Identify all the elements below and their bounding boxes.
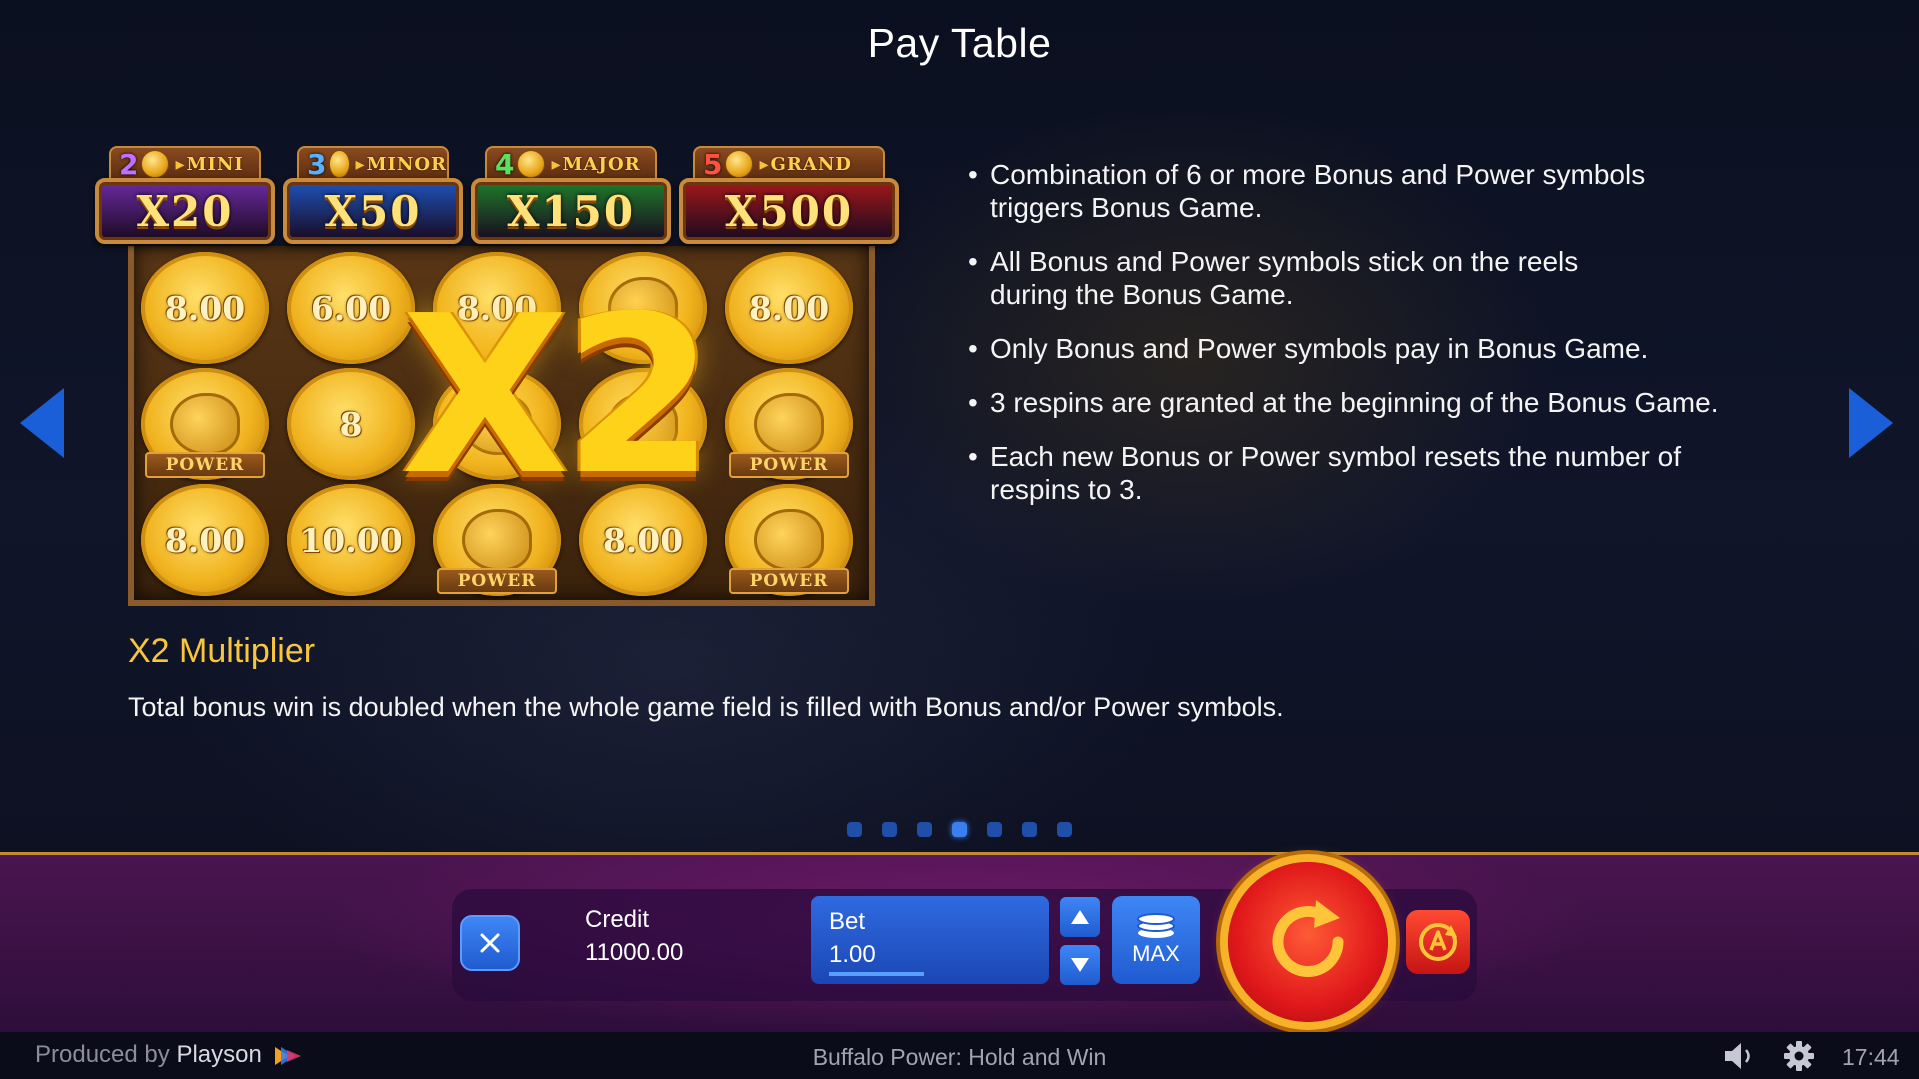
rules-list: Combination of 6 or more Bonus and Power…: [968, 158, 1798, 527]
feature-description: Total bonus win is doubled when the whol…: [128, 692, 1284, 722]
page-dot[interactable]: [1022, 822, 1037, 837]
spin-icon: [1272, 900, 1344, 977]
rule-item: Combination of 6 or more Bonus and Power…: [968, 158, 1708, 224]
arrow-left-icon: [20, 388, 64, 458]
page-dot[interactable]: [847, 822, 862, 837]
chevron-right-icon: ▸: [759, 153, 769, 174]
jackpot-value: X150: [471, 178, 671, 244]
jackpot-count: 2: [119, 147, 139, 181]
bet-level-bar: [829, 972, 924, 976]
close-icon: [480, 933, 500, 953]
max-bet-button[interactable]: MAX: [1112, 896, 1200, 984]
jackpot-name: MAJOR: [562, 153, 641, 175]
footer-bar: Produced by Playson Buffalo Power: Hold …: [0, 1032, 1919, 1079]
jackpot-name: MINOR: [366, 153, 447, 175]
power-label: POWER: [729, 568, 849, 594]
bet-decrease-button[interactable]: [1060, 945, 1100, 985]
settings-button[interactable]: [1783, 1040, 1815, 1077]
bonus-coin-symbol: 8.00: [141, 252, 269, 364]
jackpot-badge-mini: 2 ▸ MINI X20: [95, 146, 275, 256]
coin-icon: [329, 150, 350, 178]
rule-item: Each new Bonus or Power symbol resets th…: [968, 440, 1708, 506]
jackpot-row: 2 ▸ MINI X20 3 ▸ MINOR X50 4 ▸ MAJOR X150 5 ▸ GRAND X50…: [95, 146, 915, 256]
coin-icon: [141, 150, 170, 178]
autoplay-icon: [1419, 923, 1457, 961]
jackpot-count: 3: [307, 147, 327, 181]
jackpot-tag: 2 ▸ MINI: [109, 146, 261, 182]
page-dot[interactable]: [1057, 822, 1072, 837]
jackpot-tag: 3 ▸ MINOR: [297, 146, 449, 182]
close-button[interactable]: [460, 915, 520, 971]
autoplay-button[interactable]: [1406, 910, 1470, 974]
feature-title: X2 Multiplier: [128, 632, 316, 670]
jackpot-tag: 4 ▸ MAJOR: [485, 146, 657, 182]
page-dot[interactable]: [987, 822, 1002, 837]
coin-value: 10.00: [299, 520, 403, 560]
bet-label: Bet: [829, 908, 866, 935]
jackpot-name: MINI: [186, 153, 244, 175]
coin-value: 8.00: [602, 520, 684, 560]
jackpot-value: X500: [679, 178, 899, 244]
power-label: POWER: [145, 452, 265, 478]
chevron-right-icon: ▸: [551, 153, 561, 174]
bonus-coin-symbol: 8.00: [141, 484, 269, 596]
gear-icon: [1784, 1041, 1814, 1071]
game-name: Buffalo Power: Hold and Win: [812, 1044, 1107, 1070]
jackpot-count: 4: [495, 147, 515, 181]
coin-value: 8.00: [164, 288, 246, 328]
credit-value: 11000.00: [585, 939, 684, 966]
buffalo-icon: [754, 509, 824, 571]
jackpot-value: X50: [283, 178, 463, 244]
jackpot-value: X20: [95, 178, 275, 244]
coin-icon: [725, 150, 754, 178]
rule-item: All Bonus and Power symbols stick on the…: [968, 245, 1628, 311]
arrow-right-icon: [1849, 388, 1893, 458]
chevron-right-icon: ▸: [175, 153, 185, 174]
arrow-down-icon: [1071, 958, 1089, 972]
power-coin-symbol: POWER: [141, 368, 269, 480]
clock: 17:44: [1842, 1044, 1900, 1070]
page-dot[interactable]: [917, 822, 932, 837]
bet-field[interactable]: Bet 1.00: [811, 896, 1049, 984]
coin-value: 8.00: [164, 520, 246, 560]
bet-value: 1.00: [829, 941, 876, 968]
rule-item: 3 respins are granted at the beginning o…: [968, 386, 1798, 419]
jackpot-badge-major: 4 ▸ MAJOR X150: [471, 146, 671, 256]
jackpot-name: GRAND: [770, 153, 852, 175]
max-label: MAX: [1132, 941, 1180, 966]
page-dot[interactable]: [952, 822, 967, 837]
spin-button[interactable]: [1228, 862, 1388, 1022]
arrow-up-icon: [1071, 910, 1089, 924]
x2-multiplier-art: X2: [401, 269, 715, 523]
sound-button[interactable]: [1723, 1041, 1757, 1076]
next-page-arrow[interactable]: [1847, 388, 1893, 458]
page-dot[interactable]: [882, 822, 897, 837]
speaker-icon: [1725, 1043, 1750, 1069]
jackpot-badge-minor: 3 ▸ MINOR X50: [283, 146, 463, 256]
bonus-game-illustration: 8.00 6.00 8.00 8.00 POWER 8 POWER 8.00 10.00 POWE…: [95, 146, 915, 610]
jackpot-tag: 5 ▸ GRAND: [693, 146, 885, 182]
bet-increase-button[interactable]: [1060, 897, 1100, 937]
power-label: POWER: [437, 568, 557, 594]
credit-display: Credit 11000.00: [585, 906, 683, 967]
paytable-screen: Pay Table 8.00 6.00 8.00 8.00 POWER 8 POWER 8.0…: [0, 0, 1919, 852]
coin-stack-icon: [1137, 913, 1175, 938]
page-title: Pay Table: [867, 20, 1052, 66]
previous-page-arrow[interactable]: [20, 388, 66, 458]
page-indicator: [0, 822, 1919, 837]
jackpot-badge-grand: 5 ▸ GRAND X500: [679, 146, 899, 256]
rule-item: Only Bonus and Power symbols pay in Bonu…: [968, 332, 1798, 365]
coin-icon: [517, 150, 546, 178]
jackpot-count: 5: [703, 147, 723, 181]
buffalo-icon: [170, 393, 240, 455]
chevron-right-icon: ▸: [355, 153, 365, 174]
credit-label: Credit: [585, 906, 650, 933]
